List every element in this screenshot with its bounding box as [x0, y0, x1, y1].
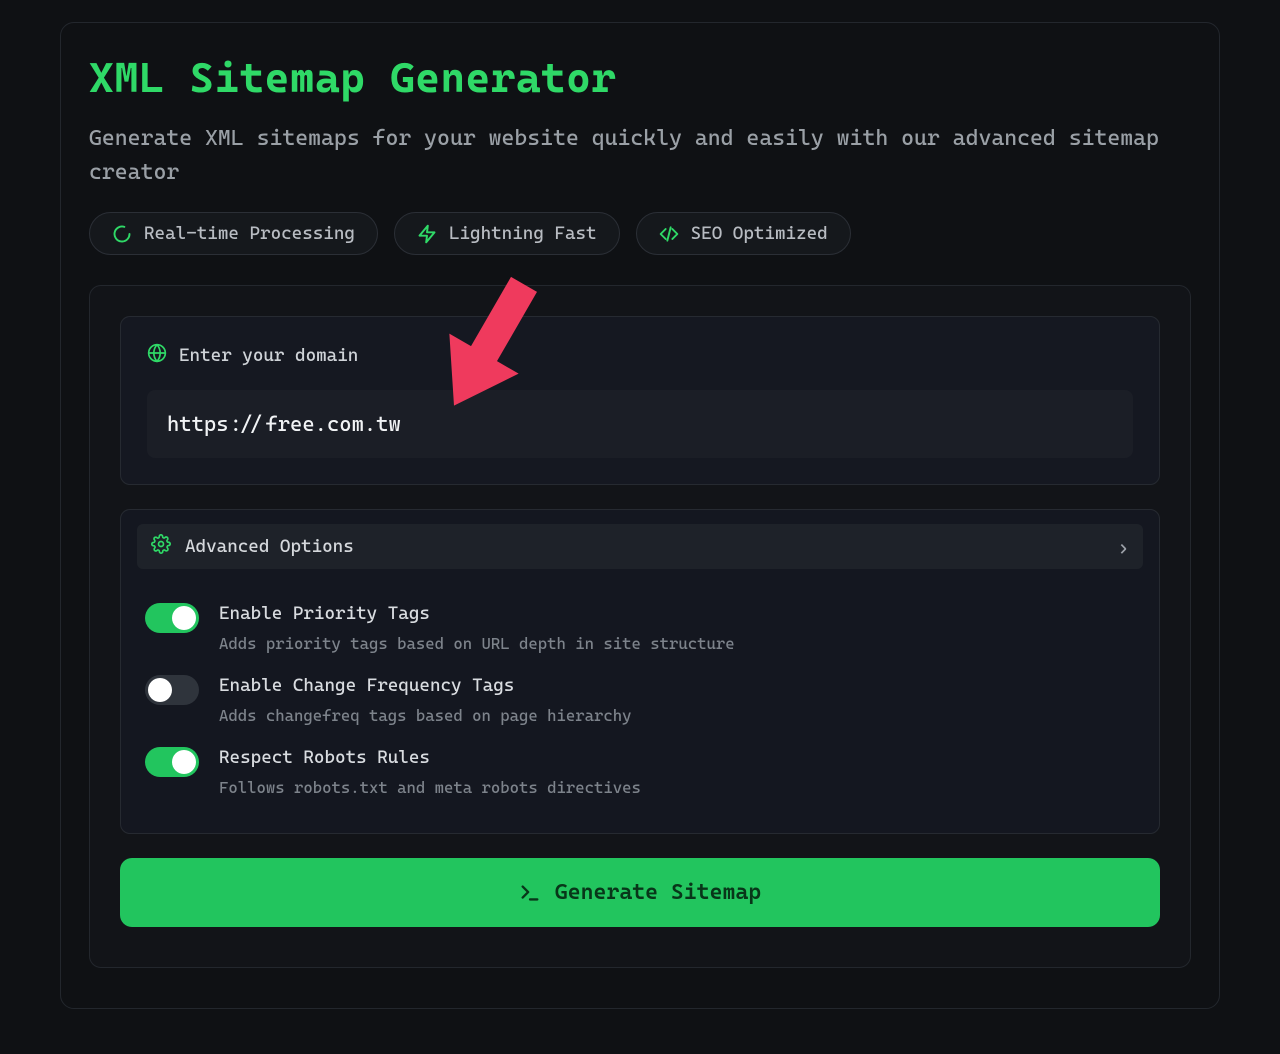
option-priority-tags: Enable Priority Tags Adds priority tags …	[145, 587, 1135, 659]
option-robots-rules: Respect Robots Rules Follows robots.txt …	[145, 731, 1135, 803]
domain-label-row: Enter your domain	[147, 343, 1133, 368]
pill-label: Real-time Processing	[144, 223, 355, 244]
pill-realtime: Real-time Processing	[89, 212, 378, 255]
generate-button-label: Generate Sitemap	[555, 880, 761, 905]
advanced-panel: Advanced Options › Enable Priority Tags …	[120, 509, 1160, 834]
advanced-header-label: Advanced Options	[185, 536, 354, 557]
toggle-robots-rules[interactable]	[145, 747, 199, 777]
option-desc: Follows robots.txt and meta robots direc…	[219, 778, 641, 797]
feature-pills: Real-time Processing Lightning Fast SEO …	[89, 212, 1191, 255]
terminal-icon	[519, 882, 541, 904]
domain-card: Enter your domain	[120, 316, 1160, 485]
option-title: Enable Change Frequency Tags	[219, 675, 632, 696]
loader-icon	[112, 224, 132, 244]
page-title: XML Sitemap Generator	[89, 53, 1191, 102]
option-desc: Adds changefreq tags based on page hiera…	[219, 706, 632, 725]
toggle-changefreq-tags[interactable]	[145, 675, 199, 705]
toggle-priority-tags[interactable]	[145, 603, 199, 633]
pill-label: SEO Optimized	[691, 223, 828, 244]
code-icon	[659, 224, 679, 244]
chevron-right-icon: ›	[1117, 535, 1129, 559]
app-card: XML Sitemap Generator Generate XML sitem…	[60, 22, 1220, 1009]
page-subtitle: Generate XML sitemaps for your website q…	[89, 122, 1191, 190]
domain-label: Enter your domain	[179, 345, 358, 366]
pill-fast: Lightning Fast	[394, 212, 620, 255]
generate-button[interactable]: Generate Sitemap	[120, 858, 1160, 927]
option-title: Enable Priority Tags	[219, 603, 735, 624]
gear-icon	[151, 534, 171, 559]
globe-icon	[147, 343, 167, 368]
form-panel: Enter your domain Advanced Options › Ena…	[89, 285, 1191, 968]
option-changefreq-tags: Enable Change Frequency Tags Adds change…	[145, 659, 1135, 731]
domain-input[interactable]	[147, 390, 1133, 458]
option-desc: Adds priority tags based on URL depth in…	[219, 634, 735, 653]
advanced-header[interactable]: Advanced Options ›	[137, 524, 1143, 569]
option-title: Respect Robots Rules	[219, 747, 641, 768]
pill-seo: SEO Optimized	[636, 212, 851, 255]
pill-label: Lightning Fast	[449, 223, 597, 244]
bolt-icon	[417, 224, 437, 244]
